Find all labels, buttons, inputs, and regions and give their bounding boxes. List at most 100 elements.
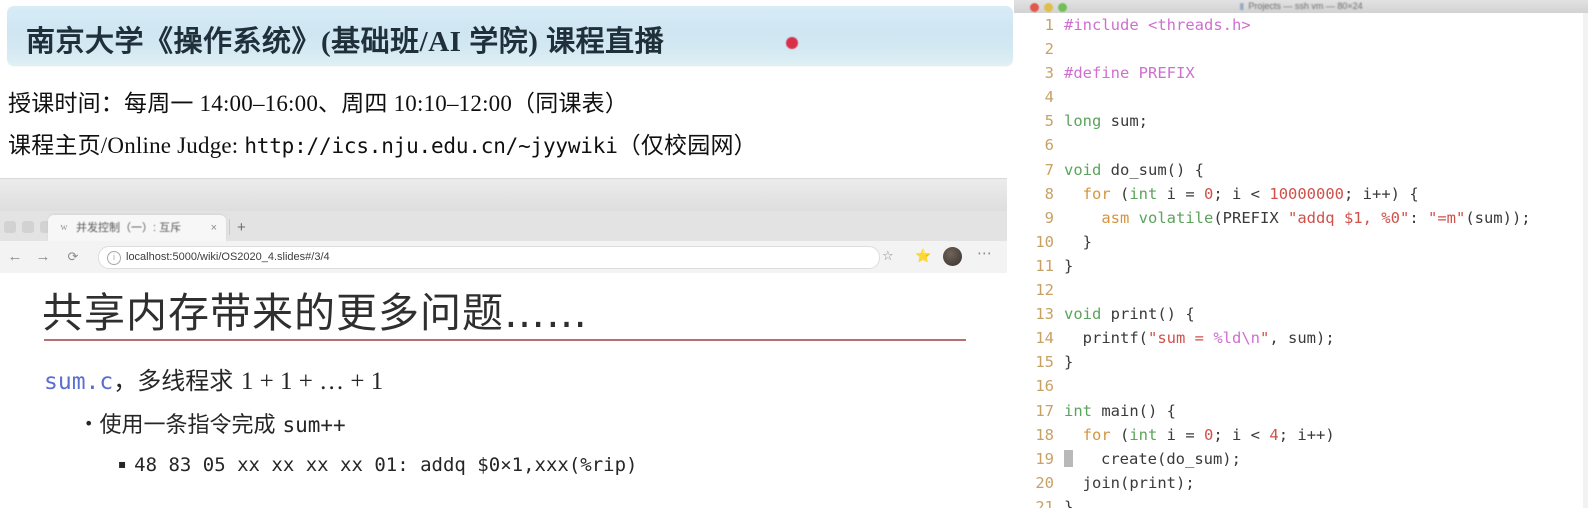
code-token: ; i <	[1213, 425, 1270, 444]
tab-divider	[229, 219, 230, 235]
browser-tab-strip: w 并发控制（一）: 互斥 × +	[0, 211, 1007, 241]
tab-strip-placeholder	[4, 221, 52, 233]
back-arrow-icon[interactable]: ←	[6, 248, 24, 266]
code-token: sum;	[1101, 112, 1148, 131]
code-editor-content[interactable]: 1 #include <threads.h> 2 3 #define PREFIX 4 5 l…	[1014, 13, 1588, 508]
code-token: join(print);	[1064, 473, 1195, 492]
code-line: 10 }	[1014, 230, 1588, 254]
code-token: #include	[1064, 16, 1148, 34]
line-number: 3	[1044, 64, 1054, 83]
code-token: volatile	[1138, 208, 1214, 227]
code-token: void	[1064, 160, 1102, 179]
browser-tab[interactable]: w 并发控制（一）: 互斥 ×	[48, 215, 226, 241]
course-banner: 南京大学《操作系统》(基础班/AI 学院) 课程直播	[7, 6, 1013, 66]
code-token: "=m"	[1427, 208, 1466, 227]
code-token: "addq $1, %0"	[1287, 208, 1410, 227]
code-line: 9 asm volatile(PREFIX "addq $1, %0": "=m…	[1014, 206, 1588, 230]
line-number: 10	[1035, 232, 1054, 251]
course-banner-title: 南京大学《操作系统》(基础班/AI 学院) 课程直播	[26, 26, 665, 58]
bookmark-star-icon[interactable]: ☆	[882, 249, 894, 263]
screen-root: 南京大学《操作系统》(基础班/AI 学院) 课程直播 授课时间：每周一 14:0…	[0, 0, 1588, 508]
collections-icon[interactable]: ⭐	[915, 249, 931, 263]
line-number: 13	[1035, 305, 1054, 324]
forward-arrow-icon[interactable]: →	[34, 248, 52, 266]
left-panel: 南京大学《操作系统》(基础班/AI 学院) 课程直播 授课时间：每周一 14:0…	[0, 0, 1014, 508]
slide-title-underline	[44, 339, 966, 341]
tab-close-icon[interactable]: ×	[211, 220, 217, 236]
code-token: asm	[1101, 208, 1130, 227]
line-number: 7	[1044, 160, 1054, 179]
tab-title: 并发控制（一）: 互斥	[76, 222, 182, 234]
new-tab-button[interactable]: +	[237, 220, 246, 235]
code-token: 10000000	[1269, 184, 1345, 203]
line-number: 2	[1044, 40, 1054, 59]
more-options-icon[interactable]: ⋯	[977, 246, 993, 261]
line-number: 16	[1035, 377, 1054, 396]
line-number: 4	[1044, 88, 1054, 107]
line-number: 11	[1035, 256, 1054, 275]
terminal-icon: ▮	[1239, 1, 1245, 11]
code-line: 18 for (int i = 0; i < 4; i++)	[1014, 423, 1588, 447]
line-number: 8	[1044, 184, 1054, 203]
slide-line-sum-c: sum.c，多线程求 1 + 1 + … + 1	[44, 361, 383, 396]
line-number: 21	[1035, 497, 1054, 508]
profile-avatar[interactable]	[943, 247, 962, 266]
code-line: 12	[1014, 278, 1588, 302]
code-token: , sum);	[1269, 329, 1335, 348]
slide-bullet-level1: • 使用一条指令完成 sum++	[84, 407, 346, 439]
code-token: (	[1110, 184, 1130, 203]
code-token: }	[1064, 256, 1074, 275]
code-token: }	[1064, 497, 1074, 508]
text-cursor	[1064, 449, 1073, 467]
line-number: 14	[1035, 329, 1054, 348]
homepage-suffix: （仅校园网）	[617, 133, 757, 158]
code-token: print() {	[1101, 305, 1195, 324]
slide-code-sum-c: sum.c	[44, 369, 114, 395]
slide-bullet1-code: sum++	[282, 413, 346, 437]
code-token: int	[1129, 184, 1158, 203]
code-line: 4	[1014, 85, 1588, 109]
line-number: 1	[1044, 16, 1054, 34]
browser-navigation-bar: ← → ⟳ i localhost:5000/wiki/OS2020_4.sli…	[0, 241, 1007, 274]
site-info-icon[interactable]: i	[107, 251, 121, 265]
address-bar[interactable]: i localhost:5000/wiki/OS2020_4.slides#/3…	[98, 246, 880, 269]
code-line: 7 void do_sum() {	[1014, 158, 1588, 182]
code-line: 1 #include <threads.h>	[1014, 13, 1588, 37]
code-line: 19 create(do_sum);	[1014, 447, 1588, 471]
code-token: 4	[1269, 425, 1279, 444]
code-line: 20 join(print);	[1014, 471, 1588, 495]
code-token: do_sum() {	[1101, 160, 1204, 179]
homepage-line: 课程主页/Online Judge: http://ics.nju.edu.cn…	[8, 126, 757, 160]
line-number: 12	[1035, 281, 1054, 300]
code-line: 8 for (int i = 0; i < 10000000; i++) {	[1014, 182, 1588, 206]
code-token: create(do_sum);	[1073, 449, 1241, 468]
code-token: <threads.h>	[1148, 16, 1251, 34]
code-token: printf(	[1064, 329, 1148, 348]
code-line: 15}	[1014, 350, 1588, 374]
code-token: #define PREFIX	[1064, 64, 1195, 83]
code-token: long	[1064, 112, 1102, 131]
bullet-square-icon: ▪	[118, 457, 127, 471]
line-number: 6	[1044, 136, 1054, 155]
slide-title: 共享内存带来的更多问题……	[42, 289, 588, 337]
code-token: 0	[1204, 184, 1214, 203]
slide-line1-math: 1 + 1 + … + 1	[240, 368, 384, 395]
code-line: 21}	[1014, 495, 1588, 508]
code-token: (sum));	[1465, 208, 1531, 227]
homepage-url: http://ics.nju.edu.cn/~jyywiki	[244, 134, 618, 158]
slide-bullet-level2: ▪ 48 83 05 xx xx xx xx 01: addq $0×1,xxx(…	[118, 454, 637, 476]
code-token: }	[1064, 353, 1074, 372]
reload-icon[interactable]: ⟳	[64, 248, 82, 266]
code-token: "sum =	[1148, 329, 1214, 348]
live-indicator-dot	[786, 37, 798, 49]
code-line: 3 #define PREFIX	[1014, 61, 1588, 85]
terminal-titlebar: ▮ Projects — ssh vm — 80×24	[1014, 0, 1588, 14]
line-number: 5	[1044, 112, 1054, 131]
terminal-title-text: Projects — ssh vm — 80×24	[1248, 1, 1363, 11]
code-line: 14 printf("sum = %ld\n", sum);	[1014, 326, 1588, 350]
code-line: 16	[1014, 374, 1588, 398]
terminal-scrollbar[interactable]	[1583, 13, 1588, 508]
code-token: main() {	[1092, 401, 1176, 420]
